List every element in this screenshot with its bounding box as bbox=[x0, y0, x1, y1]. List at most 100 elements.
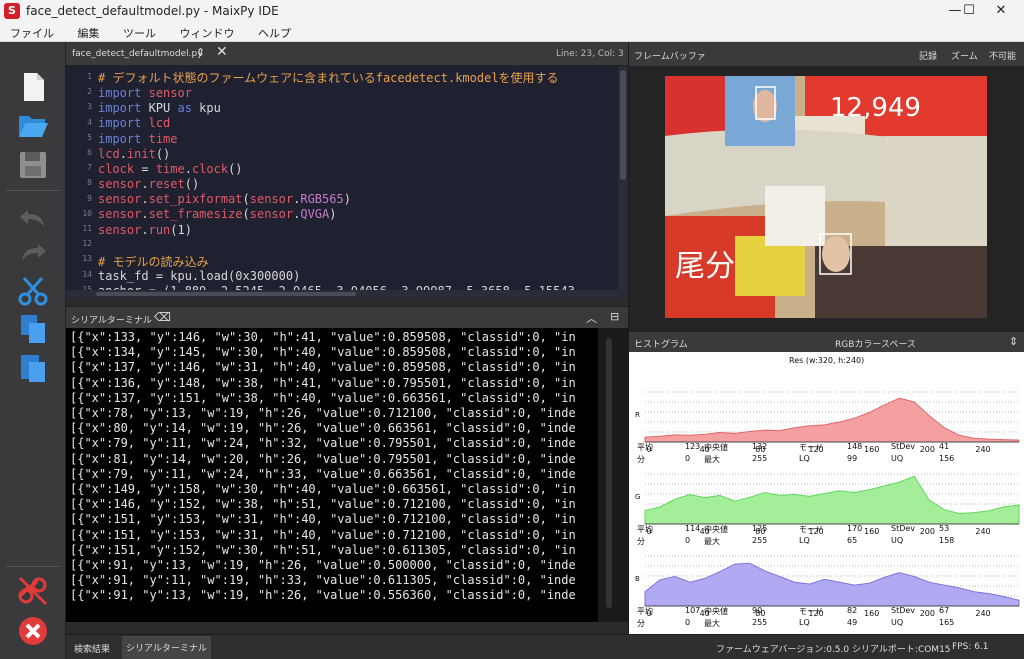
tick-label: 160 bbox=[864, 445, 879, 454]
serial-line: [{"x":137, "y":151, "w":38, "h":40, "val… bbox=[70, 390, 576, 405]
serial-line: [{"x":79, "y":11, "w":24, "h":32, "value… bbox=[70, 436, 576, 451]
serial-line: [{"x":81, "y":14, "w":20, "h":26, "value… bbox=[70, 451, 576, 466]
paste-icon[interactable] bbox=[16, 350, 50, 384]
record-button[interactable]: 記録 bbox=[919, 49, 937, 62]
open-folder-icon[interactable] bbox=[16, 108, 50, 142]
stat-label-lq: LQ bbox=[799, 618, 810, 627]
close-tab-icon[interactable]: ✕ bbox=[216, 44, 228, 60]
serial-line: [{"x":79, "y":11, "w":24, "h":33, "value… bbox=[70, 466, 576, 481]
code-line: sensor.set_framesize(sensor.QVGA) bbox=[98, 207, 337, 221]
stat-value-mean: 114 bbox=[685, 524, 701, 533]
title-bar: S face_detect_defaultmodel.py - MaixPy I… bbox=[0, 0, 1024, 22]
firmware-version: ファームウェアバージョン:0.5.0 bbox=[716, 645, 850, 655]
line-number: 7 bbox=[87, 163, 92, 173]
menu-file[interactable]: ファイル bbox=[0, 22, 64, 42]
stat-label-uq: UQ bbox=[891, 536, 904, 545]
histogram-area bbox=[644, 562, 1020, 607]
stat-value-max: 255 bbox=[752, 536, 768, 545]
undo-icon[interactable] bbox=[16, 202, 50, 236]
code-line: import time bbox=[98, 132, 178, 146]
app-icon: S bbox=[4, 3, 20, 19]
stat-value-stdev: 41 bbox=[939, 442, 950, 451]
histogram-area bbox=[644, 397, 1020, 443]
panel-toggle-icon[interactable]: ⊟ bbox=[610, 310, 619, 323]
collapse-up-icon[interactable]: ︿ bbox=[586, 310, 597, 326]
code-line: sensor.reset() bbox=[98, 177, 200, 191]
save-icon[interactable] bbox=[16, 148, 50, 182]
code-line: task_fd = kpu.load(0x300000) bbox=[98, 269, 301, 283]
cut-icon[interactable] bbox=[16, 274, 50, 308]
disable-button[interactable]: 不可能 bbox=[989, 49, 1016, 62]
menu-bar: ファイル 編集 ツール ウィンドウ ヘルプ bbox=[0, 22, 1024, 42]
code-line: sensor.set_pixformat(sensor.RGB565) bbox=[98, 192, 351, 206]
stat-value-uq: 156 bbox=[939, 454, 955, 463]
menu-edit[interactable]: 編集 bbox=[68, 22, 110, 42]
stat-label-mode: モード bbox=[799, 525, 823, 534]
disconnect-icon[interactable] bbox=[16, 574, 50, 608]
channel-letter: R bbox=[635, 411, 640, 419]
zoom-button[interactable]: ズーム bbox=[951, 49, 978, 62]
stat-value-mean: 107 bbox=[685, 606, 701, 615]
serial-terminal-output[interactable]: [{"x":133, "y":146, "w":30, "h":41, "val… bbox=[66, 328, 628, 622]
status-bar: 検索結果 シリアルターミナル ファームウェアバージョン:0.5.0 シリアルポー… bbox=[66, 634, 1024, 659]
stat-label-uq: UQ bbox=[891, 618, 904, 627]
menu-help[interactable]: ヘルプ bbox=[248, 22, 301, 42]
serial-line: [{"x":78, "y":13, "w":19, "h":26, "value… bbox=[70, 406, 576, 420]
stat-value-max: 255 bbox=[752, 454, 768, 463]
editor-file-tab[interactable]: face_detect_defaultmodel.py bbox=[72, 49, 203, 59]
line-number: 9 bbox=[87, 193, 92, 203]
menu-window[interactable]: ウィンドウ bbox=[170, 22, 245, 42]
serial-line: [{"x":151, "y":152, "w":30, "h":51, "val… bbox=[70, 542, 576, 557]
tick-label: 200 bbox=[920, 445, 935, 454]
stat-value-min: 0 bbox=[685, 618, 691, 627]
camera-frame-image: 12,949 尾分 bbox=[665, 76, 987, 318]
serial-terminal-tab[interactable]: シリアルターミナル bbox=[122, 636, 211, 659]
stat-label-stdev: StDev bbox=[891, 606, 916, 615]
serial-line: [{"x":149, "y":158, "w":30, "h":40, "val… bbox=[70, 482, 576, 496]
line-number: 5 bbox=[87, 132, 92, 142]
copy-icon[interactable] bbox=[16, 312, 50, 346]
window-title: face_detect_defaultmodel.py - MaixPy IDE bbox=[26, 4, 279, 18]
colorspace-dropdown-icon[interactable]: ⇕ bbox=[1009, 335, 1018, 348]
serial-scrollbar[interactable] bbox=[598, 328, 628, 622]
stat-value-stdev: 67 bbox=[939, 606, 950, 615]
histogram-header: ヒストグラム RGBカラースペース ⇕ bbox=[629, 332, 1024, 352]
stop-icon[interactable] bbox=[16, 614, 50, 648]
serial-line: [{"x":146, "y":152, "w":38, "h":51, "val… bbox=[70, 497, 576, 512]
cursor-position: Line: 23, Col: 3 bbox=[556, 49, 624, 59]
serial-line: [{"x":137, "y":146, "w":31, "h":40, "val… bbox=[70, 360, 576, 375]
toolbar-divider bbox=[6, 190, 60, 191]
left-toolbar bbox=[0, 42, 66, 659]
tick-label: 160 bbox=[864, 527, 879, 536]
stat-value-min: 0 bbox=[685, 454, 691, 463]
tick-label: 200 bbox=[920, 609, 935, 618]
clear-terminal-icon[interactable]: ⌫ bbox=[154, 310, 171, 324]
menu-tools[interactable]: ツール bbox=[113, 22, 166, 42]
stat-value-median: 125 bbox=[752, 524, 768, 533]
line-number: 8 bbox=[87, 178, 92, 188]
stat-value-lq: 65 bbox=[847, 536, 858, 545]
serial-line: [{"x":151, "y":153, "w":31, "h":40, "val… bbox=[70, 527, 576, 542]
code-line: sensor.run(1) bbox=[98, 223, 192, 237]
stat-value-lq: 49 bbox=[847, 618, 858, 627]
editor-scrollbar[interactable] bbox=[618, 66, 628, 298]
stat-label-mode: モード bbox=[799, 443, 823, 452]
serial-line: [{"x":136, "y":148, "w":38, "h":41, "val… bbox=[70, 375, 576, 390]
colorspace-select[interactable]: RGBカラースペース bbox=[835, 337, 916, 350]
search-results-tab[interactable]: 検索結果 bbox=[74, 642, 110, 655]
editor-horizontal-scrollbar[interactable] bbox=[66, 290, 628, 298]
code-line: import lcd bbox=[98, 116, 171, 130]
code-editor[interactable]: 123456789101112131415 # デフォルト状態のファームウェアに… bbox=[66, 66, 628, 298]
tick-label: 160 bbox=[864, 609, 879, 618]
tab-switch-icon[interactable]: ⇕ bbox=[196, 46, 205, 59]
stat-label-max: 最大 bbox=[704, 455, 720, 464]
tick-label: 240 bbox=[975, 527, 990, 536]
serial-line: [{"x":91, "y":11, "w":19, "h":33, "value… bbox=[70, 573, 576, 588]
stat-value-median: 90 bbox=[752, 606, 763, 615]
channel-letter: G bbox=[635, 493, 640, 501]
close-window-button[interactable]: ✕ bbox=[978, 0, 1024, 22]
tick-label: 240 bbox=[975, 609, 990, 618]
redo-icon[interactable] bbox=[16, 236, 50, 270]
framebuffer-area: 12,949 尾分 bbox=[629, 66, 1024, 332]
new-file-icon[interactable] bbox=[16, 70, 50, 104]
